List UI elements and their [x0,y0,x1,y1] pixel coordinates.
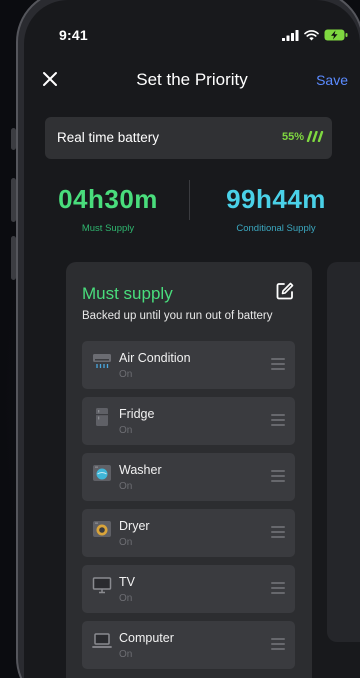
battery-card: Real time battery 55% [45,117,332,159]
drag-handle-icon[interactable] [271,358,285,370]
appliance-status: On [119,537,133,548]
dryer-icon [93,521,111,537]
appliance-name: Washer [119,463,162,477]
computer-icon [92,633,112,648]
battery-level-icon [306,131,324,142]
appliance-item[interactable]: Dryer On [82,509,295,557]
appliance-status: On [119,481,133,492]
card-title: Must supply [82,284,173,303]
battery-label: Real time battery [57,130,160,145]
conditional-supply-card[interactable] [327,262,360,642]
must-supply-time: 04h30m Must Supply [24,184,192,234]
app-screen: 9:41 Set the Priority Save Real time bat… [24,0,360,678]
card-subtitle: Backed up until you run out of battery [82,310,273,322]
save-button[interactable]: Save [316,72,348,88]
must-supply-label: Must Supply [81,223,135,234]
page-title: Set the Priority [136,70,248,89]
drag-handle-icon[interactable] [271,526,285,538]
drag-handle-icon[interactable] [271,414,285,426]
appliance-name: Air Condition [119,351,191,365]
appliance-item[interactable]: Washer On [82,453,295,501]
fridge-icon [96,408,108,426]
edit-icon[interactable] [276,282,294,300]
must-supply-value: 04h30m [58,184,158,214]
appliance-status: On [119,649,133,660]
conditional-supply-label: Conditional Supply [236,223,316,234]
appliance-name: Dryer [119,519,150,533]
conditional-supply-value: 99h44m [226,184,326,214]
signal-icon [282,29,299,41]
appliance-name: Computer [119,631,174,645]
appliance-item[interactable]: Fridge On [82,397,295,445]
divider [189,180,190,220]
status-bar: 9:41 [24,27,360,47]
appliance-item[interactable]: Computer On [82,621,295,669]
must-supply-card: Must supply Backed up until you run out … [66,262,312,678]
appliance-name: Fridge [119,407,155,421]
status-icons [282,29,348,41]
battery-percent: 55% [281,131,304,143]
appliance-status: On [119,369,133,380]
conditional-supply-time: 99h44m Conditional Supply [192,184,360,234]
battery-charging-icon [324,29,348,41]
appliance-name: TV [119,575,135,589]
washer-icon [93,465,111,481]
nav-bar: Set the Priority Save [24,67,360,93]
appliance-item[interactable]: TV On [82,565,295,613]
air-conditioner-icon [93,354,111,368]
drag-handle-icon[interactable] [271,638,285,650]
appliance-status: On [119,593,133,604]
appliance-item[interactable]: Air Condition On [82,341,295,389]
appliance-status: On [119,425,133,436]
tv-icon [92,577,112,594]
wifi-icon [304,29,319,40]
drag-handle-icon[interactable] [271,582,285,594]
status-time: 9:41 [59,27,88,43]
drag-handle-icon[interactable] [271,470,285,482]
